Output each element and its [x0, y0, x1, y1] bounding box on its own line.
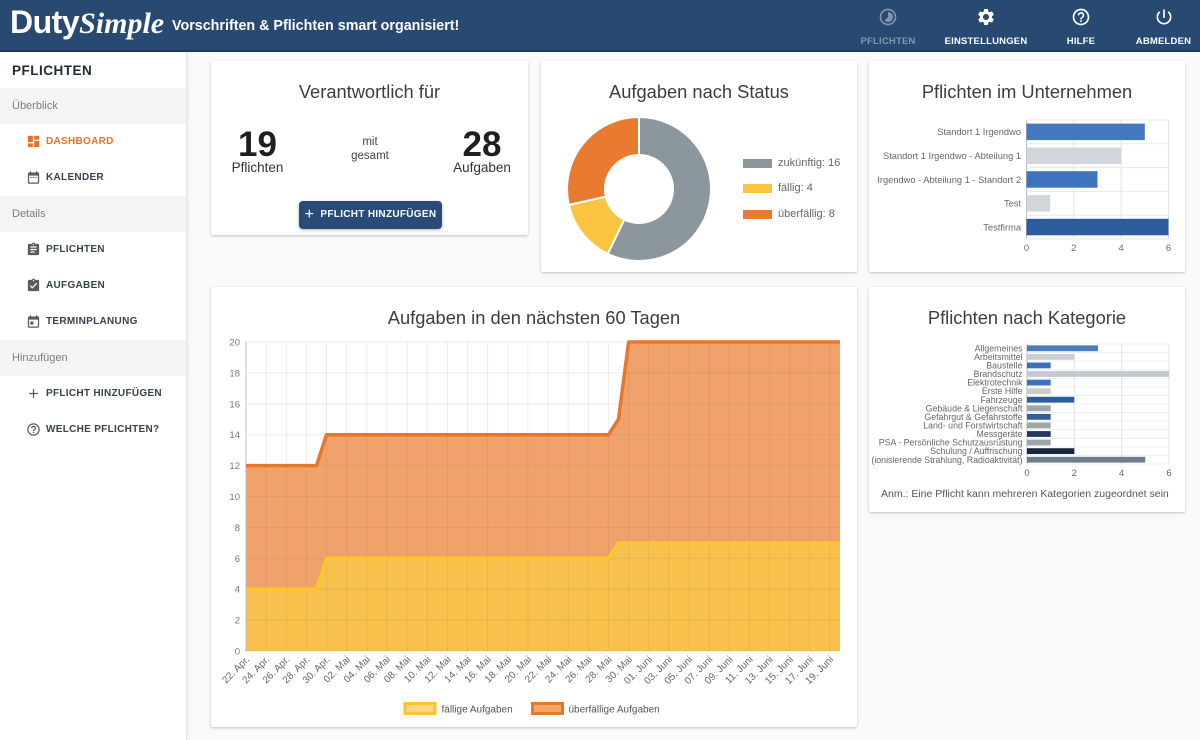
svg-text:2: 2	[1072, 468, 1077, 479]
svg-text:Standort 1 Irgendwo: Standort 1 Irgendwo	[937, 127, 1021, 137]
svg-text:6: 6	[235, 554, 240, 565]
svg-text:12: 12	[229, 461, 240, 472]
svg-text:2: 2	[235, 616, 240, 627]
svg-text:Strahlenschutz (ionisierende S: Strahlenschutz (ionisierende Strahlung, …	[869, 455, 1023, 465]
svg-text:4: 4	[235, 585, 240, 596]
svg-text:18: 18	[229, 368, 240, 379]
svg-text:Irgendwo - Abteilung 1 - Stand: Irgendwo - Abteilung 1 - Standort 2	[877, 175, 1021, 185]
svg-text:20: 20	[229, 338, 240, 349]
svg-text:0: 0	[235, 647, 240, 658]
svg-text:8: 8	[235, 523, 240, 534]
svg-text:überfällige Aufgaben: überfällige Aufgaben	[569, 705, 660, 716]
svg-text:4: 4	[1119, 468, 1124, 479]
svg-text:0: 0	[1024, 243, 1029, 254]
svg-text:10: 10	[229, 492, 240, 503]
svg-text:fällige Aufgaben: fällige Aufgaben	[442, 705, 513, 716]
svg-text:4: 4	[1119, 243, 1124, 254]
svg-text:14: 14	[229, 430, 240, 441]
svg-text:2: 2	[1071, 243, 1076, 254]
svg-text:16: 16	[229, 399, 240, 410]
svg-text:Test: Test	[1004, 199, 1021, 209]
svg-text:6: 6	[1166, 243, 1171, 254]
svg-text:6: 6	[1166, 468, 1171, 479]
svg-text:Testfirma: Testfirma	[983, 222, 1022, 232]
svg-text:0: 0	[1024, 468, 1029, 479]
svg-text:Standort 1 Irgendwo - Abteilun: Standort 1 Irgendwo - Abteilung 1	[883, 151, 1021, 161]
